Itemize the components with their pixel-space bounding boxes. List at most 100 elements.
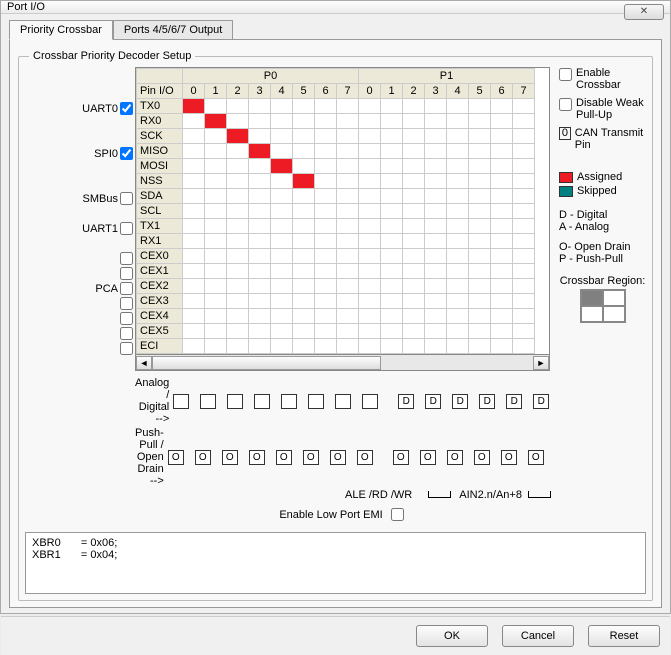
grid-cell[interactable] (469, 234, 491, 249)
grid-cell[interactable] (205, 249, 227, 264)
grid-cell[interactable] (227, 204, 249, 219)
pin-flag[interactable]: O (528, 450, 544, 465)
grid-cell[interactable] (469, 114, 491, 129)
grid-cell[interactable] (227, 324, 249, 339)
grid-cell[interactable] (205, 339, 227, 354)
grid-cell[interactable] (359, 144, 381, 159)
grid-cell[interactable] (227, 99, 249, 114)
grid-cell[interactable] (491, 219, 513, 234)
pin-flag[interactable]: D (425, 394, 441, 409)
grid-cell[interactable] (513, 309, 535, 324)
grid-cell[interactable] (227, 129, 249, 144)
grid-cell[interactable] (381, 189, 403, 204)
grid-cell[interactable] (227, 264, 249, 279)
pin-flag[interactable] (200, 394, 216, 409)
grid-cell[interactable] (447, 174, 469, 189)
grid-cell[interactable] (469, 174, 491, 189)
grid-cell[interactable] (249, 279, 271, 294)
grid-cell[interactable] (271, 99, 293, 114)
grid-cell[interactable] (491, 339, 513, 354)
grid-cell[interactable] (403, 219, 425, 234)
grid-cell[interactable] (249, 294, 271, 309)
grid-cell[interactable] (337, 264, 359, 279)
grid-cell[interactable] (293, 309, 315, 324)
grid-cell[interactable] (425, 114, 447, 129)
grid-cell[interactable] (381, 339, 403, 354)
grid-cell[interactable] (183, 249, 205, 264)
grid-cell[interactable] (227, 249, 249, 264)
grid-cell[interactable] (205, 234, 227, 249)
crossbar-grid[interactable]: P0P1Pin I/O0123456701234567TX0RX0SCKMISO… (135, 67, 550, 355)
grid-cell[interactable] (381, 264, 403, 279)
grid-cell[interactable] (513, 294, 535, 309)
grid-cell[interactable] (491, 294, 513, 309)
grid-cell[interactable] (447, 144, 469, 159)
grid-cell[interactable] (425, 189, 447, 204)
grid-cell[interactable] (403, 144, 425, 159)
pin-flag[interactable]: O (195, 450, 211, 465)
pin-flag[interactable]: D (533, 394, 549, 409)
grid-cell[interactable] (227, 189, 249, 204)
grid-cell[interactable] (447, 204, 469, 219)
grid-cell[interactable] (315, 279, 337, 294)
signal-checkbox-cex1[interactable] (120, 267, 133, 280)
grid-cell[interactable] (425, 264, 447, 279)
grid-cell[interactable] (227, 294, 249, 309)
grid-cell[interactable] (293, 129, 315, 144)
grid-cell[interactable] (425, 129, 447, 144)
grid-cell[interactable] (293, 144, 315, 159)
grid-cell[interactable] (359, 204, 381, 219)
peripheral-checkbox-spi0[interactable] (120, 147, 133, 160)
grid-cell[interactable] (271, 309, 293, 324)
grid-cell[interactable] (381, 114, 403, 129)
pin-flag[interactable]: D (452, 394, 468, 409)
grid-cell[interactable] (337, 219, 359, 234)
grid-cell[interactable] (183, 339, 205, 354)
grid-cell[interactable] (513, 324, 535, 339)
grid-cell[interactable] (315, 204, 337, 219)
grid-cell[interactable] (183, 189, 205, 204)
grid-cell[interactable] (315, 114, 337, 129)
grid-cell[interactable] (425, 309, 447, 324)
pin-flag[interactable]: D (506, 394, 522, 409)
grid-cell[interactable] (447, 99, 469, 114)
grid-cell[interactable] (425, 99, 447, 114)
scroll-left-button[interactable]: ◄ (136, 356, 152, 370)
grid-cell[interactable] (293, 159, 315, 174)
grid-cell[interactable] (381, 174, 403, 189)
grid-cell[interactable] (425, 204, 447, 219)
grid-cell[interactable] (491, 234, 513, 249)
grid-cell[interactable] (337, 159, 359, 174)
grid-cell[interactable] (491, 279, 513, 294)
grid-cell[interactable] (293, 249, 315, 264)
pin-flag[interactable]: O (276, 450, 292, 465)
grid-cell[interactable] (293, 294, 315, 309)
grid-cell[interactable] (381, 144, 403, 159)
grid-cell[interactable] (205, 279, 227, 294)
grid-cell[interactable] (337, 144, 359, 159)
grid-cell[interactable] (447, 309, 469, 324)
grid-cell[interactable] (469, 129, 491, 144)
grid-cell[interactable] (337, 249, 359, 264)
grid-cell[interactable] (447, 249, 469, 264)
grid-cell[interactable] (403, 159, 425, 174)
grid-cell[interactable] (315, 189, 337, 204)
grid-cell[interactable] (513, 129, 535, 144)
grid-cell[interactable] (337, 324, 359, 339)
grid-cell[interactable] (293, 189, 315, 204)
pin-flag[interactable]: O (393, 450, 409, 465)
grid-cell[interactable] (359, 339, 381, 354)
grid-cell[interactable] (381, 249, 403, 264)
grid-cell[interactable] (293, 204, 315, 219)
grid-cell[interactable] (227, 144, 249, 159)
grid-cell[interactable] (359, 129, 381, 144)
grid-cell[interactable] (293, 99, 315, 114)
grid-cell[interactable] (249, 324, 271, 339)
grid-cell[interactable] (183, 204, 205, 219)
grid-cell[interactable] (491, 114, 513, 129)
signal-checkbox-cex2[interactable] (120, 282, 133, 295)
grid-cell[interactable] (359, 114, 381, 129)
grid-cell[interactable] (315, 294, 337, 309)
pin-flag[interactable]: D (479, 394, 495, 409)
grid-cell[interactable] (249, 129, 271, 144)
